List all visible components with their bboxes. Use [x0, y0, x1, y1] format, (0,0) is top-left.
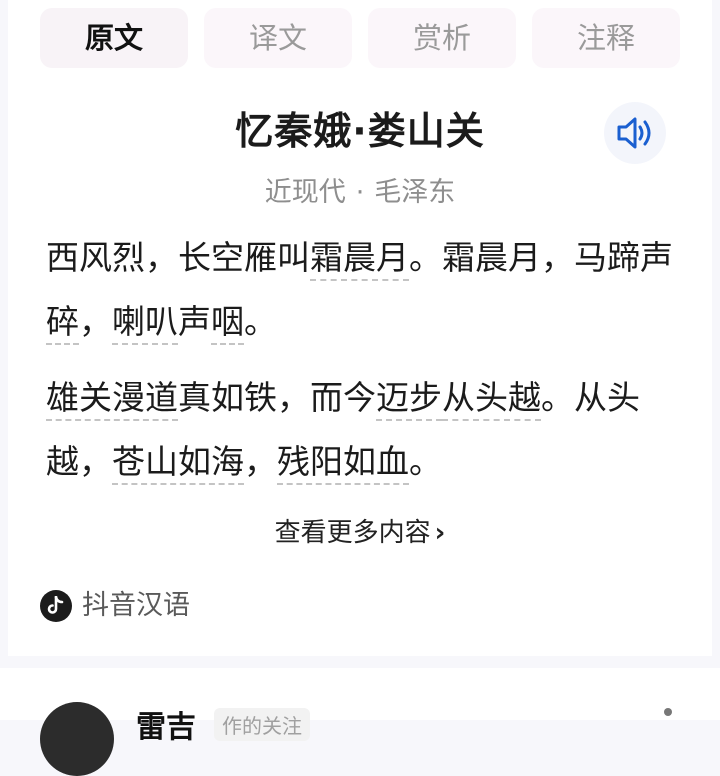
poem-stanza-1: 西风烈，长空雁叫霜晨月。霜晨月，马蹄声碎，喇叭声咽。 [46, 226, 686, 354]
poem-text: 声 [178, 302, 211, 341]
annotated-phrase[interactable]: 喇叭 [112, 302, 178, 345]
annotated-phrase[interactable]: 咽 [211, 302, 244, 345]
annotated-phrase[interactable]: 碎 [46, 302, 79, 345]
poem-text: 。 [244, 302, 277, 341]
annotated-phrase[interactable]: 霜晨月 [310, 238, 409, 281]
poem-text: 西风烈，长空雁叫 [46, 238, 310, 277]
tab-original[interactable]: 原文 [40, 8, 188, 68]
poem-dynasty: 近现代 [264, 177, 346, 208]
poem-text: 越， [46, 442, 112, 481]
audio-play-button[interactable] [604, 102, 666, 164]
follow-badge: 作的关注 [214, 708, 310, 741]
view-more-label: 查看更多内容 [274, 518, 431, 548]
poem-text: 。从头 [541, 378, 640, 417]
annotated-phrase[interactable]: 从头越 [442, 378, 541, 421]
tab-appreciation[interactable]: 赏析 [368, 8, 516, 68]
next-post-card: 雷吉 作的关注 [0, 668, 720, 776]
more-options-icon[interactable] [664, 708, 672, 716]
poem-text: 真如铁，而今 [178, 378, 376, 417]
view-more-link[interactable]: 查看更多内容 › [8, 512, 712, 549]
poem-text: 。 [409, 442, 442, 481]
tiktok-icon [40, 590, 72, 622]
tab-bar: 原文 译文 赏析 注释 [40, 8, 688, 68]
tab-annotation[interactable]: 注释 [532, 8, 680, 68]
poem-meta: 近现代 · 毛泽东 [8, 170, 712, 209]
poem-card: 原文 译文 赏析 注释 忆秦娥·娄山关 近现代 · 毛泽东 西风烈，长空雁叫霜晨月。… [8, 0, 712, 656]
annotated-phrase[interactable]: 苍山如海 [112, 442, 244, 485]
annotated-phrase[interactable]: 迈步 [376, 378, 442, 421]
chevron-right-icon: › [434, 518, 446, 548]
poem-stanza-2: 雄关漫道真如铁，而今迈步从头越。从头越，苍山如海，残阳如血。 [46, 366, 686, 494]
meta-separator: · [355, 177, 365, 208]
annotated-phrase[interactable]: 雄关漫道 [46, 378, 178, 421]
avatar[interactable] [40, 702, 114, 776]
poem-text: ， [244, 442, 277, 481]
poem-text: 。 [409, 238, 442, 277]
annotated-phrase[interactable]: 残阳如血 [277, 442, 409, 485]
tab-translation[interactable]: 译文 [204, 8, 352, 68]
poem-text: 声 [640, 238, 673, 277]
speaker-icon [617, 117, 651, 149]
poem-text: ， [79, 302, 112, 341]
post-author-name[interactable]: 雷吉 [136, 702, 196, 746]
source-label: 抖音汉语 [82, 590, 190, 621]
poem-author[interactable]: 毛泽东 [374, 177, 455, 208]
poem-text: 霜晨月，马蹄 [442, 238, 640, 277]
